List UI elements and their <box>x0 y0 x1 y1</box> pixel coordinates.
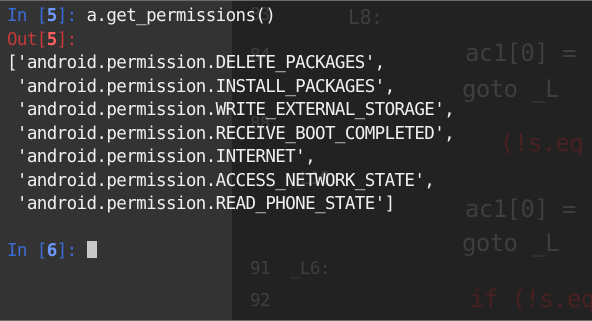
ipython-terminal[interactable]: 83 L8: 84 ac1[0] = goto _L 88 (!s.eq _L1… <box>0 0 592 321</box>
bg-code: (!s.eq <box>500 129 584 157</box>
input-line: In [5]: a.get_permissions() <box>7 5 454 29</box>
in-prompt-label: In [ <box>7 241 47 261</box>
out-prompt-number: 5 <box>46 29 58 50</box>
in-prompt: In [6]: <box>7 241 87 261</box>
output-line: 'android.permission.READ_PHONE_STATE'] <box>7 194 395 214</box>
out-prompt: Out[5]: <box>7 30 77 50</box>
ipython-session: In [5]: a.get_permissions() Out[5]: ['an… <box>7 5 455 264</box>
bg-code: ac1[0] = <box>465 39 576 67</box>
output-line: ['android.permission.DELETE_PACKAGES', <box>7 53 385 73</box>
out-prompt-close: ]: <box>56 29 77 50</box>
output-line: 'android.permission.INSTALL_PACKAGES', <box>7 76 395 97</box>
output-line: 'android.permission.RECEIVE_BOOT_COMPLET… <box>7 123 455 144</box>
in-prompt-close: ]: <box>56 241 87 261</box>
bg-code: goto _L <box>462 75 560 103</box>
bg-code: goto _L <box>462 229 560 257</box>
output-line: 'android.permission.WRITE_EXTERNAL_STORA… <box>7 100 455 120</box>
output-prompt-line: Out[5]: <box>7 29 454 53</box>
bg-line-number: 92 <box>250 291 270 311</box>
in-prompt-label: In [ <box>7 6 47 26</box>
text-cursor[interactable] <box>86 241 97 258</box>
bg-code: ac1[0] = <box>465 195 576 223</box>
in-prompt-number: 5 <box>46 6 58 26</box>
bg-code: if (!s.eq <box>470 285 592 313</box>
in-prompt-number: 6 <box>46 241 58 261</box>
in-prompt-close: ]: <box>56 6 87 26</box>
command-text: a.get_permissions() <box>86 6 276 26</box>
output-line: 'android.permission.INTERNET', <box>7 147 316 167</box>
output-line: 'android.permission.ACCESS_NETWORK_STATE… <box>7 170 435 191</box>
input-line-current[interactable]: In [6]: <box>7 240 454 264</box>
in-prompt: In [5]: <box>7 6 87 26</box>
out-prompt-label: Out[ <box>7 29 47 50</box>
